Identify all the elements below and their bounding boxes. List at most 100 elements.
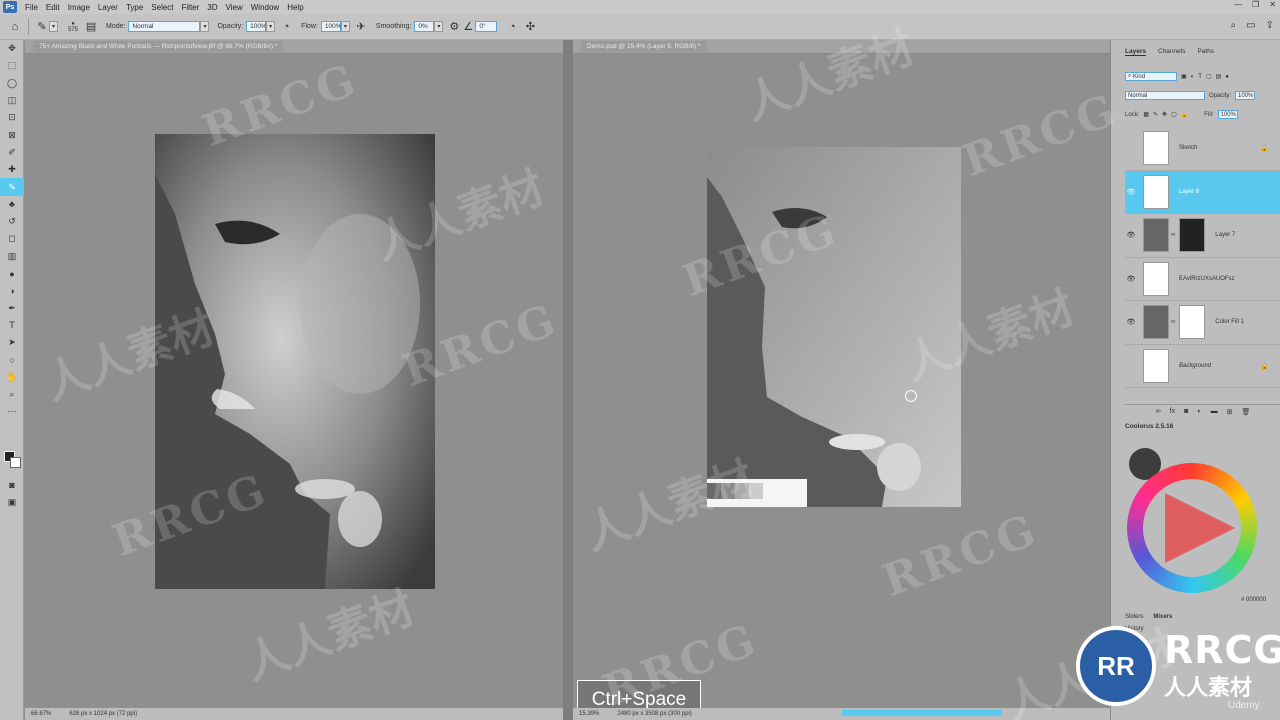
minimize-icon[interactable]: — <box>1234 0 1242 9</box>
gradient-tool-icon[interactable]: ▥ <box>0 248 24 265</box>
filter-pixel-icon[interactable]: ▣ <box>1181 73 1187 80</box>
brush-size-picker[interactable]: ● 575 <box>68 21 78 33</box>
marquee-tool-icon[interactable]: ⬚ <box>0 57 24 74</box>
symmetry-icon[interactable]: ✣ <box>523 20 537 34</box>
layer-row-sketch[interactable]: Sketch 🔒 <box>1125 127 1280 171</box>
filter-toggle-icon[interactable]: ● <box>1225 74 1229 80</box>
tab-mixers[interactable]: Mixers <box>1153 614 1172 620</box>
workspace-icon[interactable]: ▭ <box>1246 20 1255 31</box>
zoom-level[interactable]: 66.67% <box>31 711 51 717</box>
adjustment-layer-icon[interactable]: ◐ <box>1197 408 1201 415</box>
document-tab[interactable]: Demo.psd @ 15.4% (Layer 8, RGB/8) * <box>573 40 1110 54</box>
pressure-size-icon[interactable]: ◔ <box>505 20 519 34</box>
lock-artboard-icon[interactable]: ▢ <box>1171 111 1177 118</box>
eye-icon[interactable]: 👁 <box>1125 275 1137 283</box>
quick-mask-icon[interactable]: ◙ <box>0 476 24 493</box>
menu-help[interactable]: Help <box>283 3 307 12</box>
layer-row-color-fill[interactable]: 👁 ∞ Color Fill 1 <box>1125 301 1280 345</box>
hand-tool-icon[interactable]: ✋ <box>0 369 24 386</box>
pressure-opacity-icon[interactable]: ◔ <box>279 20 293 34</box>
opacity-field[interactable]: 100% <box>246 21 267 32</box>
background-color-swatch[interactable] <box>10 457 21 468</box>
chevron-down-icon[interactable]: ▾ <box>49 21 58 32</box>
layer-row-background[interactable]: Background 🔒 <box>1125 345 1280 388</box>
filter-shape-icon[interactable]: ▢ <box>1206 73 1212 80</box>
chevron-down-icon[interactable]: ▾ <box>434 21 444 32</box>
gear-icon[interactable]: ⚙ <box>447 20 461 34</box>
lock-transparent-icon[interactable]: ▦ <box>1143 111 1149 118</box>
link-layers-icon[interactable]: ∞ <box>1156 408 1161 415</box>
document-tab[interactable]: 75+ Amazing Black and White Portraits — … <box>25 40 563 54</box>
menu-filter[interactable]: Filter <box>178 3 204 12</box>
search-icon[interactable]: ⌕ <box>1231 20 1237 31</box>
hex-value[interactable]: # 000000 <box>1241 597 1266 603</box>
chevron-down-icon[interactable]: ▾ <box>340 21 350 32</box>
airbrush-icon[interactable]: ✈ <box>354 20 368 34</box>
document-splitter[interactable] <box>563 40 573 720</box>
brush-settings-icon[interactable]: ▤ <box>84 20 98 34</box>
tab-channels[interactable]: Channels <box>1158 48 1185 56</box>
smoothing-field[interactable]: 0% <box>414 21 435 32</box>
tab-layers[interactable]: Layers <box>1125 48 1146 56</box>
lock-pixels-icon[interactable]: ✎ <box>1153 111 1158 118</box>
move-tool-icon[interactable]: ✥ <box>0 40 24 57</box>
menu-type[interactable]: Type <box>122 3 147 12</box>
layer-row-layer-8[interactable]: 👁 Layer 8 <box>1125 170 1280 214</box>
lock-all-icon[interactable]: 🔒 <box>1181 111 1188 118</box>
screen-mode-icon[interactable]: ▣ <box>0 494 24 511</box>
fill-field[interactable]: 100% <box>1217 110 1238 119</box>
chevron-down-icon[interactable]: ▾ <box>266 21 276 32</box>
menu-edit[interactable]: Edit <box>42 3 64 12</box>
layer-mask-thumbnail[interactable] <box>1179 218 1206 253</box>
blend-mode-select[interactable]: Normal <box>1125 91 1205 100</box>
history-brush-tool-icon[interactable]: ↺ <box>0 213 24 230</box>
document-canvas[interactable]: Ctrl+Space <box>573 54 1110 720</box>
clone-stamp-tool-icon[interactable]: ♣ <box>0 196 24 213</box>
object-select-tool-icon[interactable]: ◫ <box>0 92 24 109</box>
lock-position-icon[interactable]: ✥ <box>1162 111 1167 118</box>
healing-tool-icon[interactable]: ✚ <box>0 161 24 178</box>
filter-smart-icon[interactable]: ▤ <box>1216 73 1222 80</box>
layer-mask-thumbnail[interactable] <box>1179 305 1206 340</box>
angle-field[interactable]: 0° <box>475 21 498 32</box>
color-wheel[interactable] <box>1127 463 1257 593</box>
layer-opacity-field[interactable]: 100% <box>1235 91 1256 100</box>
pen-tool-icon[interactable]: ✒ <box>0 299 24 316</box>
menu-window[interactable]: Window <box>247 3 283 12</box>
eye-icon[interactable]: 👁 <box>1125 231 1137 239</box>
crop-tool-icon[interactable]: ⊡ <box>0 109 24 126</box>
zoom-level[interactable]: 15.39% <box>579 711 599 717</box>
brush-preset-icon[interactable]: ✎ <box>35 20 49 34</box>
color-triangle[interactable] <box>1165 493 1235 563</box>
brush-tool-icon[interactable]: ✎ <box>0 178 24 196</box>
filter-adjust-icon[interactable]: ◐ <box>1191 74 1195 80</box>
color-swatches[interactable] <box>4 451 22 469</box>
lasso-tool-icon[interactable]: ◯ <box>0 75 24 92</box>
eyedropper-tool-icon[interactable]: ✐ <box>0 144 24 161</box>
layer-style-icon[interactable]: fx <box>1170 408 1175 415</box>
home-icon[interactable]: ⌂ <box>8 20 22 34</box>
delete-layer-icon[interactable]: 🗑 <box>1241 408 1250 416</box>
add-mask-icon[interactable]: ◙ <box>1184 408 1188 415</box>
type-tool-icon[interactable]: T <box>0 317 24 334</box>
eye-icon[interactable]: 👁 <box>1125 318 1137 326</box>
eraser-tool-icon[interactable]: ◻ <box>0 230 24 247</box>
new-layer-icon[interactable]: ⊞ <box>1227 408 1233 416</box>
path-select-tool-icon[interactable]: ➤ <box>0 334 24 351</box>
menu-file[interactable]: File <box>21 3 42 12</box>
close-icon[interactable]: ✕ <box>1269 0 1276 9</box>
restore-icon[interactable]: ❐ <box>1252 0 1259 9</box>
layer-row-smart-object[interactable]: 👁 EAvlRrzUXsAUOFsz <box>1125 258 1280 301</box>
chevron-down-icon[interactable]: ▾ <box>200 21 210 32</box>
dodge-tool-icon[interactable]: ◑ <box>0 282 24 299</box>
eye-icon[interactable]: 👁 <box>1125 188 1137 196</box>
flow-field[interactable]: 100% <box>320 21 342 32</box>
share-icon[interactable]: ⇪ <box>1266 20 1274 31</box>
menu-3d[interactable]: 3D <box>203 3 221 12</box>
more-tools-icon[interactable]: ⋯ <box>0 403 24 420</box>
blur-tool-icon[interactable]: ● <box>0 265 24 282</box>
menu-layer[interactable]: Layer <box>94 3 122 12</box>
menu-select[interactable]: Select <box>147 3 177 12</box>
menu-view[interactable]: View <box>222 3 247 12</box>
menu-image[interactable]: Image <box>64 3 94 12</box>
